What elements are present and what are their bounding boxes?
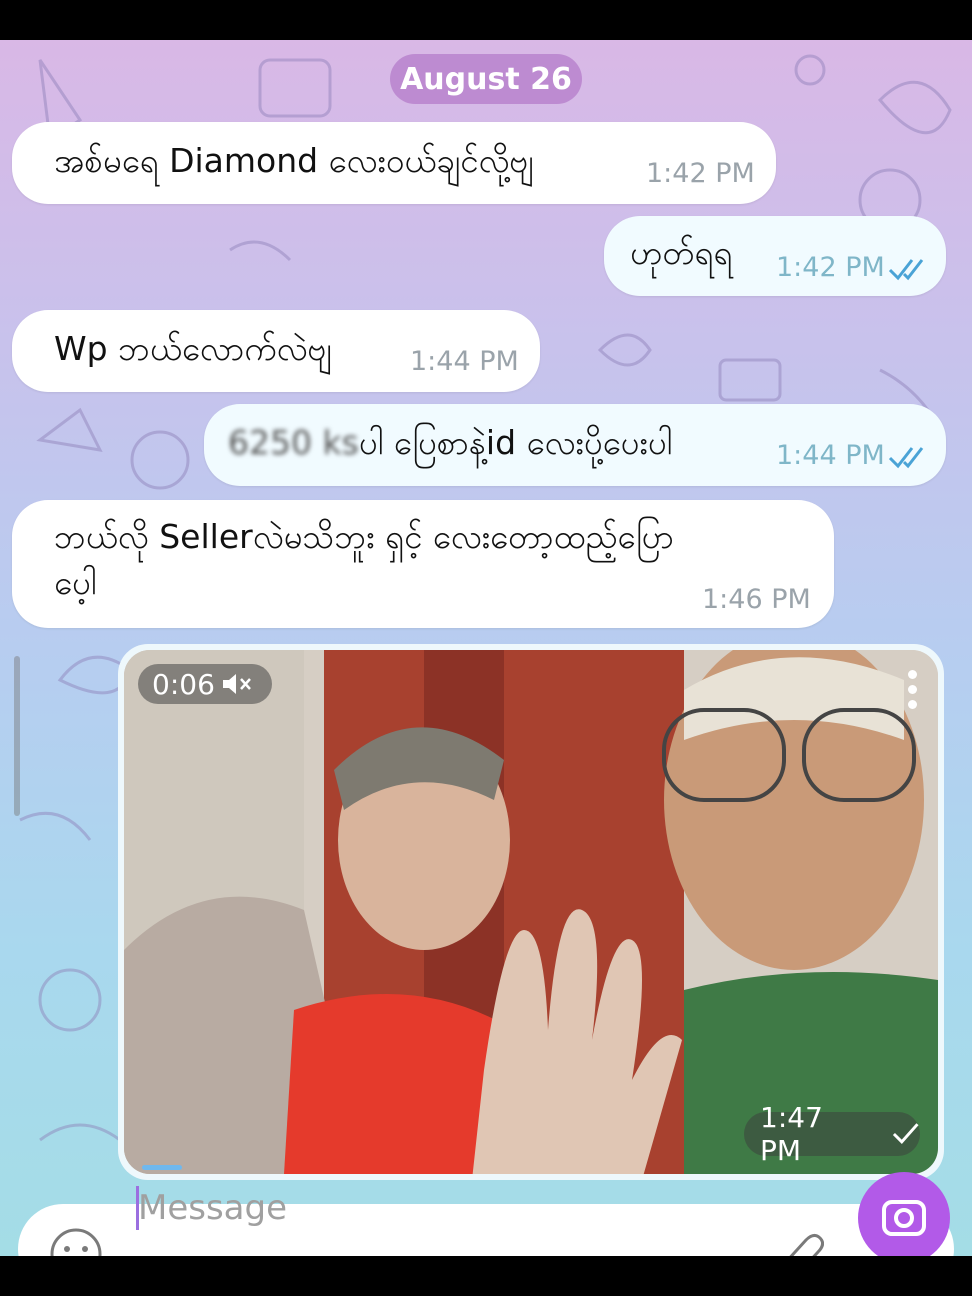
date-header: August 26: [390, 54, 582, 104]
message-bubble-outgoing[interactable]: 6250 ksပါ ပြေစာနဲ့id လေးပို့ပေးပါ 1:44 P…: [204, 404, 946, 486]
message-time: 1:44 PM: [410, 346, 519, 377]
message-text: 6250 ksပါ ပြေစာနဲ့id လေးပို့ပေးပါ: [228, 423, 673, 462]
double-check-icon: [888, 447, 924, 469]
message-input[interactable]: Message: [138, 1188, 287, 1228]
video-progress-bar: [142, 1165, 182, 1170]
message-text: Wp ဘယ်လောက်လဲဗျ: [54, 329, 332, 368]
message-bubble-incoming[interactable]: ဘယ်လို Sellerလဲမသိဘူး ရှင့် လေးတော့ထည့်ပ…: [12, 500, 834, 628]
message-time: 1:46 PM: [702, 584, 811, 615]
blurred-amount: 6250 ks: [228, 423, 359, 462]
message-time: 1:44 PM: [776, 440, 885, 471]
video-time-badge: 1:47 PM: [744, 1101, 920, 1167]
message-text-line2: ပေ့ါ: [54, 563, 97, 602]
message-bubble-incoming[interactable]: Wp ဘယ်လောက်လဲဗျ 1:44 PM: [12, 310, 540, 392]
bottom-bar: [0, 1256, 972, 1296]
chat-screen: August 26 အစ်မရေ Diamond လေးဝယ်ချင်လို့ဗ…: [0, 40, 972, 1256]
attach-icon[interactable]: [774, 1222, 824, 1256]
video-thumbnail[interactable]: 0:06 1:47 PM: [124, 650, 938, 1174]
message-bubble-incoming[interactable]: အစ်မရေ Diamond လေးဝယ်ချင်လို့ဗျ 1:42 PM: [12, 122, 776, 204]
message-text: အစ်မရေ Diamond လေးဝယ်ချင်လို့ဗျ: [54, 141, 534, 180]
message-time: 1:42 PM: [646, 158, 755, 189]
scroll-indicator[interactable]: [14, 656, 20, 816]
camera-icon: [882, 1200, 926, 1236]
double-check-icon: [888, 259, 924, 281]
more-options-icon[interactable]: [908, 670, 918, 714]
message-bubble-outgoing[interactable]: ဟုတ်ရရ 1:42 PM: [604, 216, 946, 296]
camera-button[interactable]: [858, 1172, 950, 1256]
message-time: 1:42 PM: [776, 252, 885, 283]
message-text: ဟုတ်ရရ: [630, 233, 733, 272]
video-duration-badge[interactable]: 0:06: [138, 664, 272, 704]
video-message[interactable]: 0:06 1:47 PM: [118, 644, 944, 1180]
speaker-muted-icon[interactable]: [221, 671, 253, 697]
message-text-line1: ဘယ်လို Sellerလဲမသိဘူး ရှင့် လေးတော့ထည့်ပ…: [54, 517, 674, 556]
emoji-icon[interactable]: [46, 1224, 106, 1256]
video-frame: [124, 650, 938, 1174]
check-icon: [892, 1123, 919, 1144]
